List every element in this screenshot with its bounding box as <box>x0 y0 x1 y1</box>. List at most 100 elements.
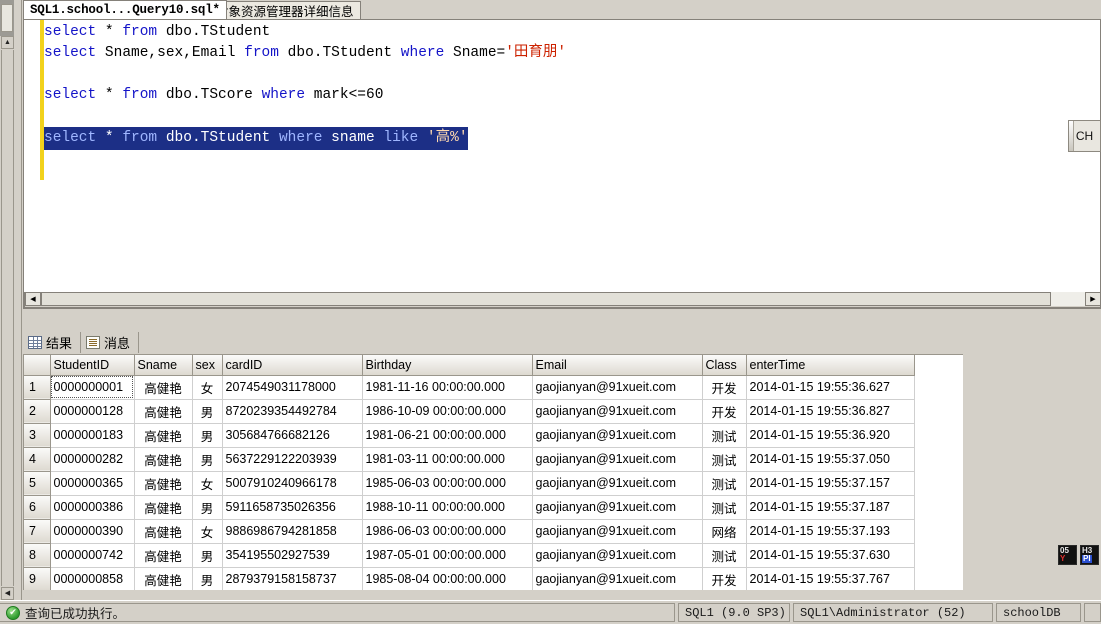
cell-sex[interactable]: 男 <box>192 447 223 472</box>
cell-sname[interactable]: 高健艳 <box>134 567 193 590</box>
table-row[interactable]: 5 0000000365 高健艳女 5007910240966178 1985-06-0… <box>24 471 915 496</box>
table-row[interactable]: 9 0000000858 高健艳男 2879379158158737 1985-08-0… <box>24 567 915 590</box>
cell-studentid[interactable]: 0000000183 <box>50 423 135 448</box>
cell-sname[interactable]: 高健艳 <box>134 423 193 448</box>
column-header-class[interactable]: Class <box>702 355 747 376</box>
editor-hscroll-track[interactable] <box>41 292 1085 306</box>
left-panel-button[interactable] <box>1 4 13 32</box>
cell-sex[interactable]: 男 <box>192 543 223 568</box>
cell-sname[interactable]: 高健艳 <box>134 399 193 424</box>
scroll-left-button[interactable]: ◀ <box>25 292 41 306</box>
ime-drag-handle[interactable] <box>1069 121 1074 151</box>
cell-cardid[interactable]: 354195502927539 <box>222 543 363 568</box>
cell-sex[interactable]: 女 <box>192 471 223 496</box>
cell-sex[interactable]: 男 <box>192 399 223 424</box>
row-number[interactable]: 1 <box>24 375 51 400</box>
editor-hscroll-thumb[interactable] <box>41 292 1051 306</box>
code-line[interactable] <box>44 106 1100 127</box>
cell-entertime[interactable]: 2014-01-15 19:55:37.050 <box>746 447 915 472</box>
tab-results[interactable]: 结果 <box>23 332 82 353</box>
row-number[interactable]: 8 <box>24 543 51 568</box>
cell-cardid[interactable]: 305684766682126 <box>222 423 363 448</box>
cell-studentid[interactable]: 0000000365 <box>50 471 135 496</box>
cell-cardid[interactable]: 5007910240966178 <box>222 471 363 496</box>
tray-icon-one[interactable]: 05 Y <box>1058 545 1077 565</box>
cell-sname[interactable]: 高健艳 <box>134 543 193 568</box>
row-number[interactable]: 5 <box>24 471 51 496</box>
table-row[interactable]: 8 0000000742 高健艳男 354195502927539 1987-05-01… <box>24 543 915 568</box>
cell-class[interactable]: 开发 <box>702 399 747 424</box>
select-all-corner[interactable] <box>24 355 51 376</box>
table-row[interactable]: 1 0000000001 高健艳女 2074549031178000 1981-11-1… <box>24 375 915 400</box>
results-grid-container[interactable]: StudentID Sname sex cardID Birthday Email Clas… <box>23 354 963 590</box>
cell-studentid[interactable]: 0000000386 <box>50 495 135 520</box>
cell-studentid[interactable]: 0000000742 <box>50 543 135 568</box>
cell-cardid[interactable]: 2879379158158737 <box>222 567 363 590</box>
cell-class[interactable]: 测试 <box>702 543 747 568</box>
cell-class[interactable]: 测试 <box>702 471 747 496</box>
column-header-email[interactable]: Email <box>532 355 703 376</box>
cell-sname[interactable]: 高健艳 <box>134 447 193 472</box>
table-row[interactable]: 7 0000000390 高健艳女 9886986794281858 1986-06-0… <box>24 519 915 544</box>
cell-birthday[interactable]: 1986-06-03 00:00:00.000 <box>362 519 533 544</box>
cell-entertime[interactable]: 2014-01-15 19:55:37.767 <box>746 567 915 590</box>
scroll-left-arrow-icon[interactable]: ◀ <box>1 587 14 600</box>
column-header-entertime[interactable]: enterTime <box>746 355 915 376</box>
cell-cardid[interactable]: 2074549031178000 <box>222 375 363 400</box>
cell-class[interactable]: 测试 <box>702 447 747 472</box>
cell-cardid[interactable]: 8720239354492784 <box>222 399 363 424</box>
cell-email[interactable]: gaojianyan@91xueit.com <box>532 495 703 520</box>
scroll-right-button[interactable]: ▶ <box>1085 292 1100 306</box>
cell-entertime[interactable]: 2014-01-15 19:55:37.193 <box>746 519 915 544</box>
tab-messages[interactable]: 消息 <box>81 332 140 353</box>
cell-cardid[interactable]: 5911658735026356 <box>222 495 363 520</box>
row-number[interactable]: 7 <box>24 519 51 544</box>
cell-sname[interactable]: 高健艳 <box>134 471 193 496</box>
cell-entertime[interactable]: 2014-01-15 19:55:37.187 <box>746 495 915 520</box>
cell-entertime[interactable]: 2014-01-15 19:55:36.920 <box>746 423 915 448</box>
cell-email[interactable]: gaojianyan@91xueit.com <box>532 399 703 424</box>
cell-email[interactable]: gaojianyan@91xueit.com <box>532 447 703 472</box>
cell-cardid[interactable]: 5637229122203939 <box>222 447 363 472</box>
row-number[interactable]: 6 <box>24 495 51 520</box>
cell-sname[interactable]: 高健艳 <box>134 495 193 520</box>
table-row[interactable]: 4 0000000282 高健艳男 5637229122203939 1981-03-1… <box>24 447 915 472</box>
cell-class[interactable]: 测试 <box>702 495 747 520</box>
cell-sex[interactable]: 男 <box>192 423 223 448</box>
cell-sex[interactable]: 男 <box>192 567 223 590</box>
sql-code-text[interactable]: select * from dbo.TStudent select Sname,s… <box>44 22 1100 150</box>
cell-email[interactable]: gaojianyan@91xueit.com <box>532 375 703 400</box>
table-row[interactable]: 2 0000000128 高健艳男 8720239354492784 1986-10-0… <box>24 399 915 424</box>
column-header-birthday[interactable]: Birthday <box>362 355 533 376</box>
cell-studentid[interactable]: 0000000858 <box>50 567 135 590</box>
cell-email[interactable]: gaojianyan@91xueit.com <box>532 423 703 448</box>
editor-horizontal-scrollbar[interactable]: ◀ ▶ <box>24 292 1100 308</box>
cell-entertime[interactable]: 2014-01-15 19:55:36.827 <box>746 399 915 424</box>
cell-studentid[interactable]: 0000000001 <box>50 375 135 400</box>
cell-birthday[interactable]: 1986-10-09 00:00:00.000 <box>362 399 533 424</box>
cell-class[interactable]: 网络 <box>702 519 747 544</box>
row-number[interactable]: 2 <box>24 399 51 424</box>
column-header-sname[interactable]: Sname <box>134 355 193 376</box>
document-tab-object-explorer-details[interactable]: 对象资源管理器详细信息 <box>209 1 361 19</box>
cell-email[interactable]: gaojianyan@91xueit.com <box>532 471 703 496</box>
cell-birthday[interactable]: 1985-08-04 00:00:00.000 <box>362 567 533 590</box>
table-row[interactable]: 6 0000000386 高健艳男 5911658735026356 1988-10-1… <box>24 495 915 520</box>
document-tab-query[interactable]: SQL1.school...Query10.sql* <box>23 0 227 19</box>
cell-birthday[interactable]: 1988-10-11 00:00:00.000 <box>362 495 533 520</box>
cell-email[interactable]: gaojianyan@91xueit.com <box>532 519 703 544</box>
scroll-up-arrow-icon[interactable]: ▲ <box>1 36 14 49</box>
results-grid[interactable]: StudentID Sname sex cardID Birthday Email Clas… <box>24 355 915 590</box>
cell-email[interactable]: gaojianyan@91xueit.com <box>532 567 703 590</box>
code-line[interactable]: select * from dbo.TStudent <box>44 22 1100 43</box>
tray-icon-two[interactable]: H3 PI <box>1080 545 1099 565</box>
cell-entertime[interactable]: 2014-01-15 19:55:37.630 <box>746 543 915 568</box>
cell-birthday[interactable]: 1981-03-11 00:00:00.000 <box>362 447 533 472</box>
column-header-studentid[interactable]: StudentID <box>50 355 135 376</box>
cell-class[interactable]: 测试 <box>702 423 747 448</box>
cell-class[interactable]: 开发 <box>702 567 747 590</box>
cell-birthday[interactable]: 1981-11-16 00:00:00.000 <box>362 375 533 400</box>
cell-sex[interactable]: 女 <box>192 519 223 544</box>
cell-sex[interactable]: 女 <box>192 375 223 400</box>
cell-birthday[interactable]: 1981-06-21 00:00:00.000 <box>362 423 533 448</box>
